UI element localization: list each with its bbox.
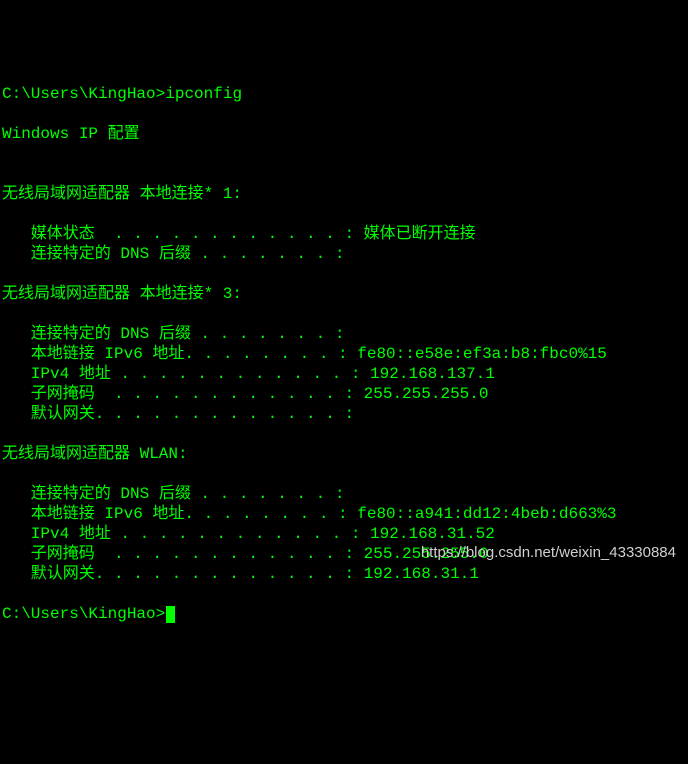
command-text: ipconfig [165,85,242,103]
media-state-line: 媒体状态 . . . . . . . . . . . . : 媒体已断开连接 [2,225,476,243]
adapter-title: 无线局域网适配器 本地连接* 1: [2,185,242,203]
ipv6-line: 本地链接 IPv6 地址. . . . . . . . : fe80::a941… [2,505,617,523]
subnet-mask-line: 子网掩码 . . . . . . . . . . . . : 255.255.2… [2,545,488,563]
ipconfig-header: Windows IP 配置 [2,125,140,143]
adapter-title: 无线局域网适配器 本地连接* 3: [2,285,242,303]
gateway-line: 默认网关. . . . . . . . . . . . . : 192.168.… [2,565,479,583]
adapter-title: 无线局域网适配器 WLAN: [2,445,188,463]
subnet-mask-line: 子网掩码 . . . . . . . . . . . . : 255.255.2… [2,385,488,403]
watermark-text: https://blog.csdn.net/weixin_43330884 [421,544,676,563]
dns-suffix-line: 连接特定的 DNS 后缀 . . . . . . . : [2,325,344,343]
prompt-path: C:\Users\KingHao> [2,605,165,623]
cursor-icon [166,606,175,623]
gateway-line: 默认网关. . . . . . . . . . . . . : [2,405,354,423]
terminal-output[interactable]: C:\Users\KingHao>ipconfig Windows IP 配置 … [2,84,686,624]
dns-suffix-line: 连接特定的 DNS 后缀 . . . . . . . : [2,485,344,503]
ipv4-line: IPv4 地址 . . . . . . . . . . . . : 192.16… [2,525,495,543]
ipv6-line: 本地链接 IPv6 地址. . . . . . . . : fe80::e58e… [2,345,607,363]
prompt-path: C:\Users\KingHao> [2,85,165,103]
ipv4-line: IPv4 地址 . . . . . . . . . . . . : 192.16… [2,365,495,383]
dns-suffix-line: 连接特定的 DNS 后缀 . . . . . . . : [2,245,344,263]
